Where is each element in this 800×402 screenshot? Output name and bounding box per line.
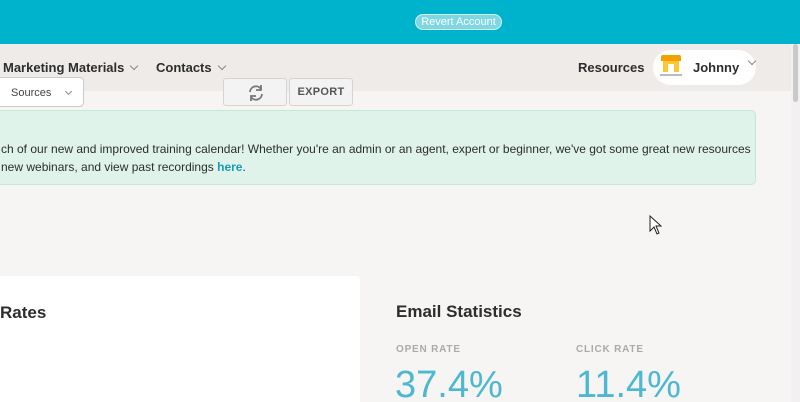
refresh-icon (249, 85, 263, 101)
user-name: Johnny (693, 60, 740, 75)
chevron-down-icon (217, 61, 226, 70)
nav-marketing-label: Marketing Materials (3, 60, 125, 75)
banner-line-2: new webinars, and view past recordings h… (1, 158, 755, 176)
user-menu[interactable]: Johnny (653, 50, 757, 85)
nav-resources[interactable]: Resources (578, 60, 644, 75)
announcement-banner: ch of our new and improved training cale… (0, 110, 756, 185)
open-rate-value: 37.4% (395, 364, 503, 402)
banner-link-here[interactable]: here (217, 160, 242, 174)
click-rate-label: CLICK RATE (576, 344, 644, 355)
banner-line-2-end: . (242, 160, 246, 174)
rates-card: Rates (0, 276, 360, 402)
top-bar: Revert Account (0, 0, 800, 44)
sources-select-value: Sources (11, 87, 52, 99)
nav-marketing-materials[interactable]: Marketing Materials (3, 60, 139, 75)
scrollbar-thumb[interactable] (793, 44, 798, 102)
chevron-down-icon (130, 61, 139, 70)
sources-select[interactable]: Sources (0, 77, 84, 107)
email-statistics-title: Email Statistics (396, 302, 522, 321)
nav-contacts[interactable]: Contacts (156, 60, 226, 75)
store-avatar-icon (660, 55, 682, 79)
nav-bar: Marketing Materials Contacts Resources J… (0, 44, 800, 91)
export-button[interactable]: EXPORT (289, 78, 353, 106)
refresh-button[interactable] (223, 78, 287, 106)
banner-line-2-text: new webinars, and view past recordings (1, 160, 218, 174)
nav-contacts-label: Contacts (156, 60, 212, 75)
banner-line-1: ch of our new and improved training cale… (1, 142, 751, 156)
mouse-cursor-icon (649, 215, 663, 235)
click-rate-value: 11.4% (576, 364, 681, 402)
chevron-down-icon (747, 56, 757, 66)
revert-account-button[interactable]: Revert Account (415, 14, 502, 30)
open-rate-label: OPEN RATE (396, 344, 461, 355)
card-title: Rates (0, 303, 47, 322)
chevron-down-icon (64, 87, 73, 96)
